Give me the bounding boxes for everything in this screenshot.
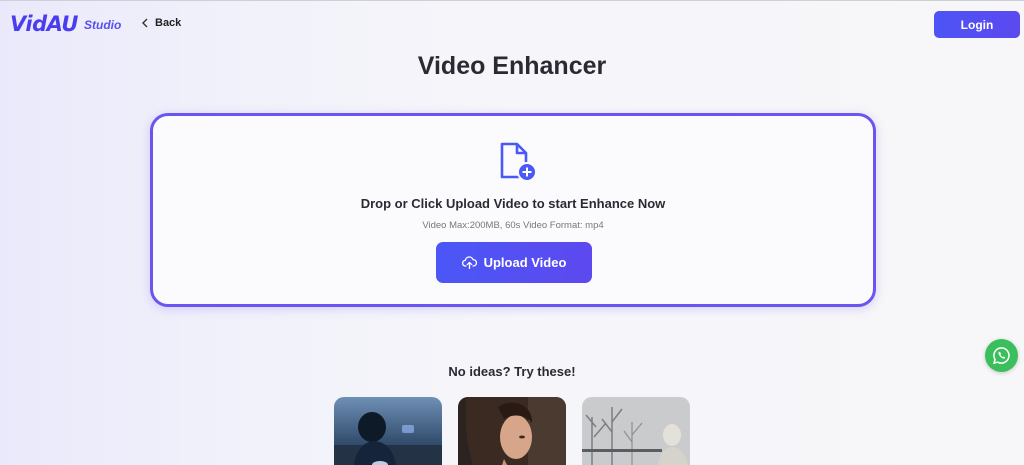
old-man-thumbnail (582, 397, 690, 465)
upload-video-button[interactable]: Upload Video (436, 242, 592, 283)
upload-limits: Video Max:200MB, 60s Video Format: mp4 (422, 220, 604, 231)
back-link[interactable]: Back (141, 17, 181, 29)
vidau-logo[interactable]: VidAU (10, 12, 78, 36)
sample-video-woman-portrait[interactable] (458, 397, 566, 465)
file-add-icon (500, 142, 537, 182)
sample-video-old-man-trees[interactable] (582, 397, 690, 465)
cloud-upload-icon (461, 256, 477, 269)
woman-portrait-thumbnail (458, 397, 566, 465)
back-label: Back (155, 17, 182, 29)
motorcyclist-thumbnail (334, 397, 442, 465)
ideas-heading: No ideas? Try these! (448, 364, 576, 379)
login-button[interactable]: Login (934, 11, 1020, 38)
whatsapp-icon (993, 347, 1010, 365)
drop-instructions: Drop or Click Upload Video to start Enha… (360, 196, 666, 211)
chevron-left-icon (142, 18, 148, 28)
page-title: Video Enhancer (417, 52, 607, 80)
studio-label[interactable]: Studio (84, 18, 121, 32)
whatsapp-chat-button[interactable] (985, 339, 1018, 372)
sample-video-motorcyclist[interactable] (334, 397, 442, 465)
upload-video-label: Upload Video (483, 255, 567, 270)
upload-dropzone[interactable]: Drop or Click Upload Video to start Enha… (150, 113, 876, 307)
top-divider (0, 0, 1024, 1)
